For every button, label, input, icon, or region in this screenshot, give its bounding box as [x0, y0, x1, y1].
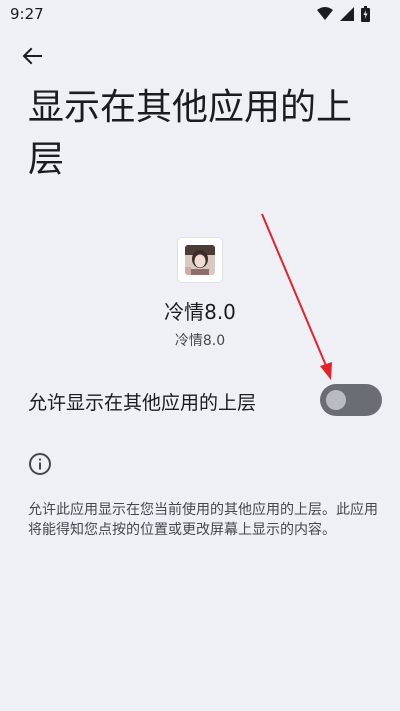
overlay-permission-label: 允许显示在其他应用的上层 — [28, 392, 257, 414]
back-button[interactable] — [14, 42, 50, 74]
arrow-back-icon — [22, 47, 42, 69]
app-avatar-image — [185, 245, 215, 275]
cellular-signal-icon — [340, 7, 354, 21]
status-bar: 9:27 — [0, 0, 400, 32]
battery-icon — [361, 6, 370, 22]
page-title: 显示在其他应用的上层 — [28, 87, 353, 180]
overlay-permission-switch[interactable] — [320, 384, 382, 416]
app-name: 冷情8.0 — [164, 300, 236, 324]
app-icon — [178, 238, 222, 282]
app-version: 冷情8.0 — [174, 333, 226, 349]
info-icon — [28, 452, 52, 476]
overlay-permission-row[interactable]: 允许显示在其他应用的上层 — [0, 376, 400, 424]
permission-description: 允许此应用显示在您当前使用的其他应用的上层。此应用将能得知您点按的位置或更改屏幕… — [28, 502, 378, 538]
status-time: 9:27 — [10, 5, 44, 23]
status-icons — [317, 6, 370, 22]
switch-thumb — [326, 390, 346, 410]
wifi-icon — [317, 7, 333, 21]
